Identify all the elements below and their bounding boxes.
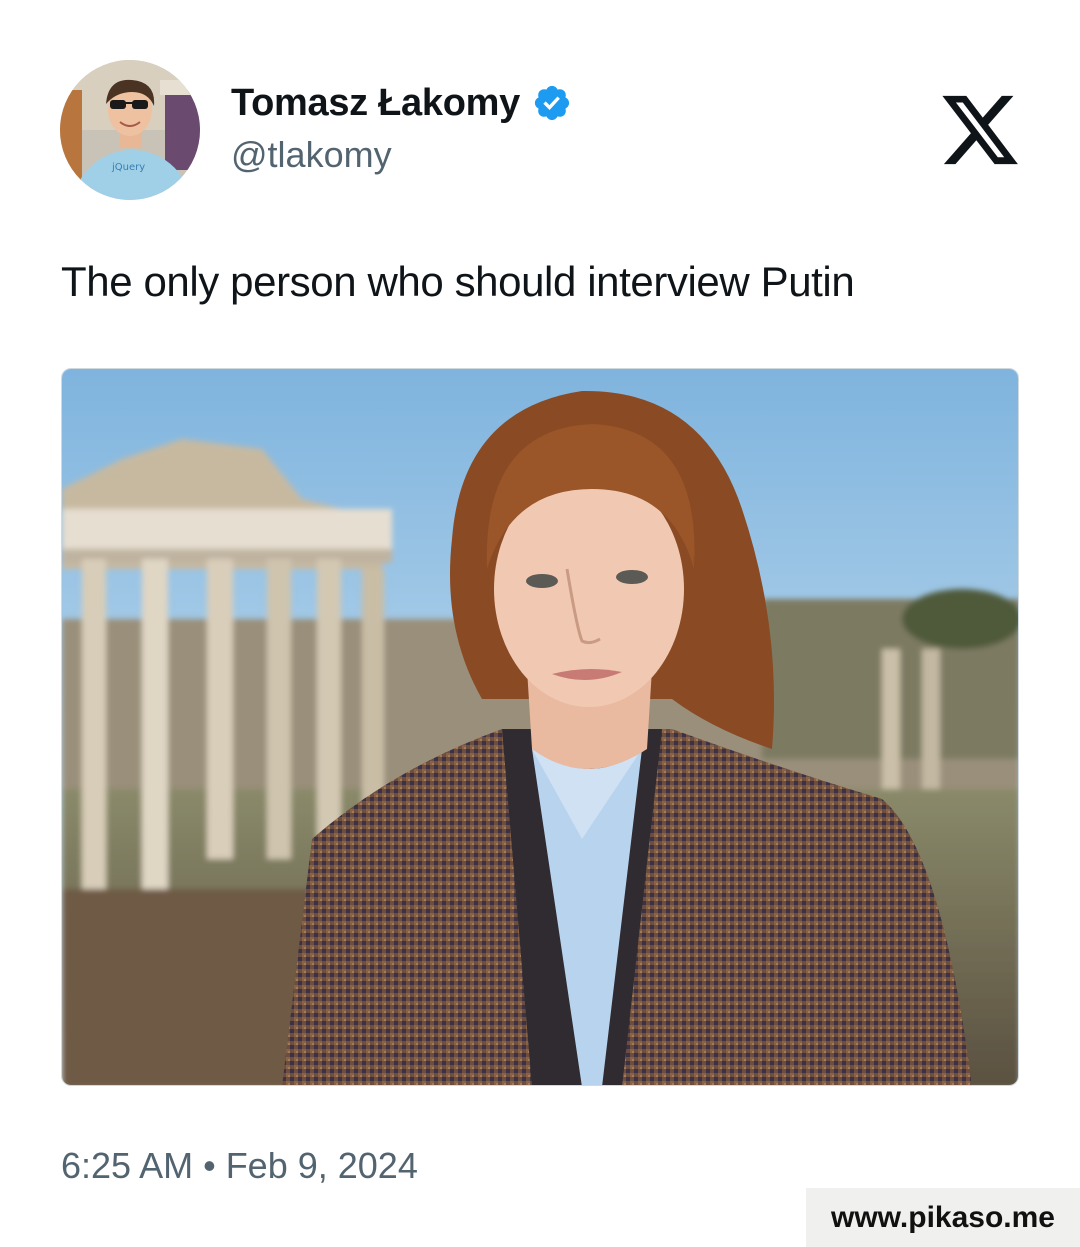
watermark-label: www.pikaso.me [806, 1188, 1080, 1247]
x-logo-icon[interactable] [938, 88, 1022, 172]
author-display-name[interactable]: Tomasz Łakomy [231, 82, 520, 125]
author-name-row: Tomasz Łakomy [231, 78, 572, 128]
author-avatar[interactable]: jQuery [60, 60, 200, 200]
svg-text:jQuery: jQuery [111, 162, 145, 173]
avatar-image: jQuery [60, 60, 200, 200]
media-photo [62, 369, 1018, 1085]
author-handle[interactable]: @tlakomy [231, 134, 392, 176]
tweet-text: The only person who should interview Put… [61, 258, 855, 305]
tweet-media-image[interactable] [61, 368, 1019, 1086]
tweet-timestamp[interactable]: 6:25 AM • Feb 9, 2024 [61, 1145, 418, 1187]
verified-badge-icon [532, 83, 572, 123]
